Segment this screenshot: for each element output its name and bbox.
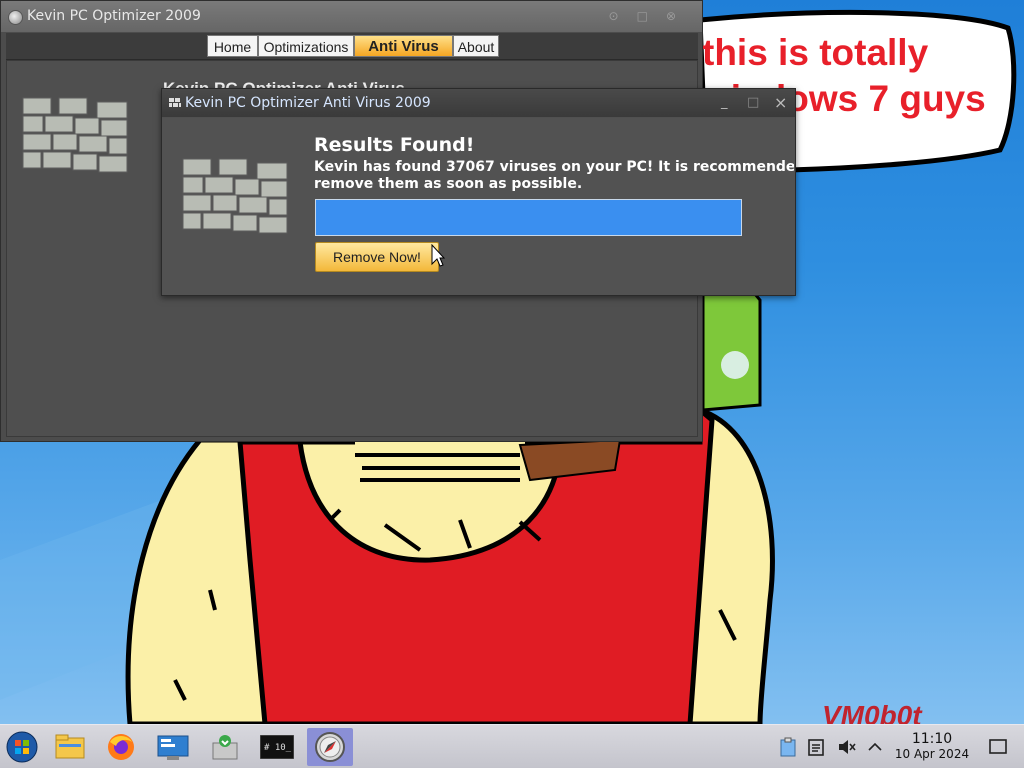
clock-date[interactable]: 10 Apr 2024 [886,747,978,761]
system-settings-icon[interactable] [153,728,193,766]
firefox-icon[interactable] [101,728,141,766]
terminal-icon[interactable]: # 10_ [257,728,297,766]
dialog-title: Kevin PC Optimizer Anti Virus 2009 [185,95,431,111]
start-orb-icon[interactable] [2,728,42,766]
volume-muted-icon[interactable] [836,725,858,768]
scan-progress-bar [315,199,742,236]
window-controls[interactable]: ⊙□⊗ [609,1,694,32]
minimize-button[interactable]: _ [721,89,728,117]
safari-compass-icon[interactable] [307,728,353,766]
tab-optimizations[interactable]: Optimizations [258,35,354,57]
results-heading: Results Found! [314,134,475,156]
maximize-button[interactable]: □ [747,89,759,117]
dialog-content: Results Found! Kevin has found 37067 vir… [162,118,795,295]
software-installer-icon[interactable] [205,728,245,766]
notes-icon[interactable] [806,725,826,768]
tab-bar: Home Optimizations Anti Virus About [6,33,698,60]
firewall-icon [182,158,288,234]
close-button[interactable]: × [774,89,787,117]
terminal-label: # 10_ [264,743,292,753]
dialog-titlebar[interactable]: Kevin PC Optimizer Anti Virus 2009 _ □ × [162,89,795,117]
taskbar: # 10_ [0,724,1024,768]
antivirus-dialog: Kevin PC Optimizer Anti Virus 2009 _ □ ×… [161,88,796,296]
file-manager-icon[interactable] [50,728,90,766]
tab-home[interactable]: Home [207,35,258,57]
firewall-icon [22,97,128,173]
remove-now-button[interactable]: Remove Now! [315,242,439,272]
results-message: Kevin has found 37067 viruses on your PC… [314,159,794,192]
mouse-cursor-icon [431,244,445,267]
desktop: this is totally windows 7 guys VM0b0t Ke… [0,0,1024,768]
main-window-titlebar[interactable]: Kevin PC Optimizer 2009 ⊙□⊗ [1,1,702,32]
app-icon [8,10,23,25]
clipboard-icon[interactable] [777,725,799,768]
firewall-small-icon [169,98,181,107]
progress-fill [316,200,741,235]
show-desktop-icon[interactable] [986,725,1010,768]
clock-time[interactable]: 11:10 [896,731,968,747]
chevron-up-icon[interactable] [865,725,885,768]
tab-about[interactable]: About [453,35,499,57]
tab-anti-virus[interactable]: Anti Virus [354,35,453,57]
main-window-title: Kevin PC Optimizer 2009 [27,8,201,24]
